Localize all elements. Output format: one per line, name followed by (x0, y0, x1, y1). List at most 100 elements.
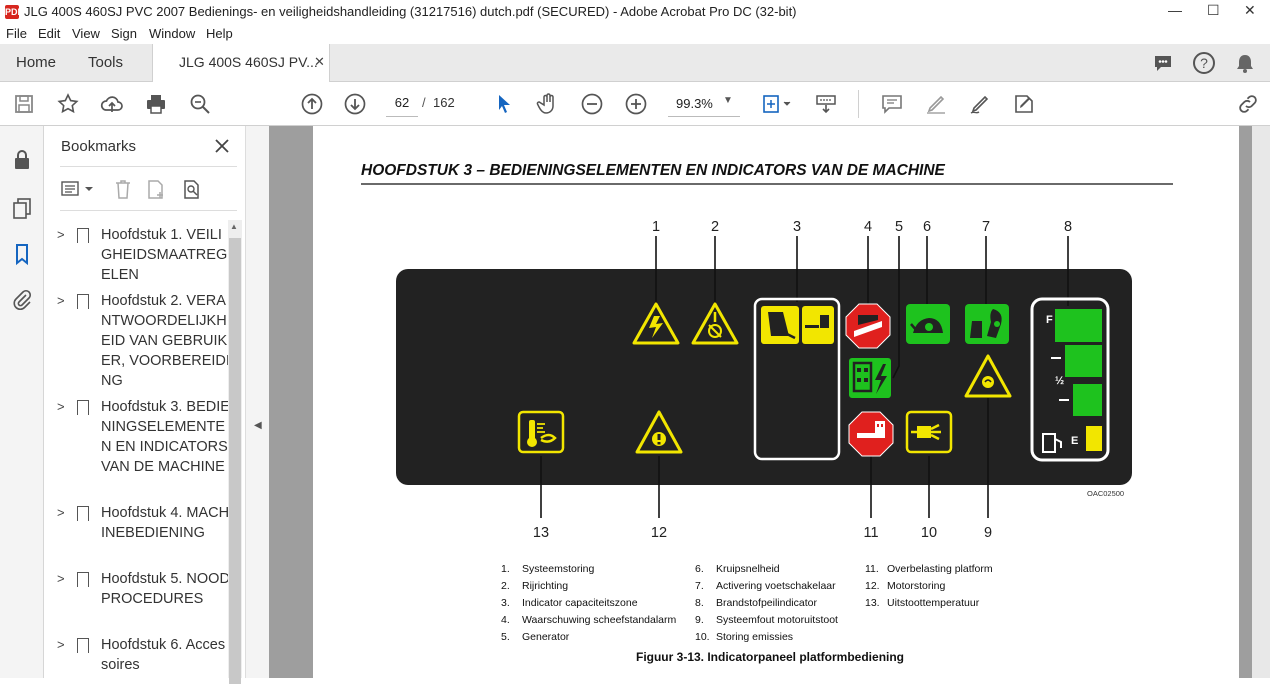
zoom-in-icon[interactable] (624, 92, 648, 116)
callout-2: 2 (711, 219, 719, 235)
help-icon[interactable]: ? (1192, 51, 1216, 75)
bookmark-label[interactable]: Hoofdstuk 3. BEDIENINGSELEMENTEN EN INDI… (101, 397, 231, 477)
legend-num: 5. (501, 631, 510, 643)
bookmarks-panel-icon[interactable] (10, 242, 34, 266)
bookmark-flag-icon (77, 572, 89, 587)
bookmark-label[interactable]: Hoofdstuk 2. VERANTWOORDELIJKHEID VAN GE… (101, 291, 231, 391)
document-scrollbar[interactable] (1252, 126, 1270, 678)
callout-5: 5 (895, 219, 903, 235)
hand-tool-icon[interactable] (536, 92, 560, 116)
menu-sign[interactable]: Sign (111, 26, 137, 41)
chevron-right-icon[interactable]: > (57, 227, 65, 242)
page-total: 162 (433, 95, 455, 110)
lock-icon[interactable] (10, 148, 34, 172)
legend-num: 12. (865, 580, 880, 592)
next-page-icon[interactable] (343, 92, 367, 116)
fit-page-icon[interactable] (760, 92, 794, 116)
select-cursor-icon[interactable] (492, 92, 516, 116)
legend-num: 1. (501, 563, 510, 575)
scroll-up-arrow-icon[interactable]: ▲ (230, 222, 238, 231)
tab-document[interactable]: JLG 400S 460SJ PV... ✕ (152, 44, 330, 82)
bookmark-label[interactable]: Hoofdstuk 4. MACHINEBEDIENING (101, 503, 231, 543)
attachments-paperclip-icon[interactable] (10, 288, 34, 312)
delete-bookmark-icon[interactable] (113, 178, 133, 200)
legend-text: Motorstoring (887, 580, 946, 592)
bookmarks-panel-title: Bookmarks (61, 138, 137, 155)
bookmark-flag-icon (77, 400, 89, 415)
chevron-right-icon[interactable]: > (57, 399, 65, 414)
fill-sign-icon[interactable] (1012, 92, 1036, 116)
bookmarks-scrollbar[interactable]: ▲ (228, 220, 242, 684)
bookmarks-scrollbar-thumb[interactable] (229, 238, 241, 684)
creep-speed-turtle-icon (906, 304, 950, 344)
print-icon[interactable] (144, 92, 168, 116)
menu-view[interactable]: View (72, 26, 100, 41)
main-toolbar: 62 / 162 99.3% ▼ (0, 82, 1270, 126)
previous-page-icon[interactable] (300, 92, 324, 116)
bookmark-label[interactable]: Hoofdstuk 5. NOODPROCEDURES (101, 569, 231, 609)
close-panel-icon[interactable] (215, 139, 229, 153)
menu-window[interactable]: Window (149, 26, 195, 41)
chevron-right-icon[interactable]: > (57, 505, 65, 520)
figure-caption: Figuur 3-13. Indicatorpaneel platformbed… (636, 650, 904, 664)
toolbar-separator (858, 90, 859, 118)
zoom-search-icon[interactable] (188, 92, 212, 116)
legend-text: Activering voetschakelaar (716, 580, 836, 592)
close-tab-icon[interactable]: ✕ (314, 54, 325, 70)
bookmark-options-icon[interactable] (61, 179, 97, 199)
sign-pen-icon[interactable] (968, 92, 992, 116)
chevron-down-icon: ▼ (723, 95, 733, 106)
menu-file[interactable]: File (6, 26, 27, 41)
save-icon[interactable] (12, 92, 36, 116)
bookmark-label[interactable]: Hoofdstuk 6. Accessoires (101, 635, 231, 675)
title-bar: PDF JLG 400S 460SJ PVC 2007 Bedienings- … (0, 0, 1270, 24)
legend-text: Rijrichting (522, 580, 568, 592)
svg-text:?: ? (1200, 55, 1208, 71)
legend-text: Overbelasting platform (887, 563, 993, 575)
close-window-button[interactable]: ✕ (1244, 2, 1256, 19)
tab-tools[interactable]: Tools (88, 54, 123, 71)
chevron-right-icon[interactable]: > (57, 293, 65, 308)
menu-edit[interactable]: Edit (38, 26, 60, 41)
legend-text: Storing emissies (716, 631, 793, 643)
chevron-right-icon[interactable]: > (57, 571, 65, 586)
bookmark-star-icon[interactable] (56, 92, 80, 116)
zoom-out-icon[interactable] (580, 92, 604, 116)
collapse-panel-arrow-icon[interactable]: ◀ (254, 420, 262, 431)
legend-num: 4. (501, 614, 510, 626)
chevron-right-icon[interactable]: > (57, 637, 65, 652)
panel-divider (60, 166, 237, 167)
add-comment-icon[interactable] (880, 92, 904, 116)
minimize-button[interactable]: — (1168, 2, 1182, 18)
callout-1: 1 (652, 219, 660, 235)
bookmark-label[interactable]: Hoofdstuk 1. VEILIGHEIDSMAATREGELEN (101, 225, 231, 285)
legend-text: Systeemfout motoruitstoot (716, 614, 838, 626)
maximize-button[interactable]: ☐ (1207, 2, 1220, 19)
notification-bell-icon[interactable] (1234, 52, 1256, 74)
legend-text: Systeemstoring (522, 563, 595, 575)
zoom-level-dropdown[interactable]: 99.3% ▼ (668, 91, 740, 117)
callout-8: 8 (1064, 219, 1072, 235)
page-number-input[interactable]: 62 (386, 91, 418, 117)
callout-7: 7 (982, 219, 990, 235)
highlight-pen-icon[interactable] (924, 92, 948, 116)
upload-cloud-icon[interactable] (100, 92, 124, 116)
share-link-icon[interactable] (1236, 92, 1260, 116)
foot-switch-activation-icon (965, 304, 1009, 344)
callout-4: 4 (864, 219, 872, 235)
comment-icon[interactable] (1152, 52, 1174, 74)
bookmark-flag-icon (77, 294, 89, 309)
menu-help[interactable]: Help (206, 26, 233, 41)
legend-text: Kruipsnelheid (716, 563, 780, 575)
legend-num: 10. (695, 631, 710, 643)
tab-home[interactable]: Home (16, 54, 56, 71)
legend-num: 3. (501, 597, 510, 609)
callout-13: 13 (533, 525, 549, 541)
panel-splitter[interactable]: ◀ (245, 126, 269, 678)
pages-thumbnails-icon[interactable] (10, 196, 34, 220)
legend-num: 9. (695, 614, 704, 626)
scroll-mode-icon[interactable] (814, 92, 838, 116)
callout-11: 11 (863, 525, 878, 541)
new-bookmark-icon[interactable] (145, 178, 167, 200)
find-bookmark-icon[interactable] (181, 178, 203, 200)
